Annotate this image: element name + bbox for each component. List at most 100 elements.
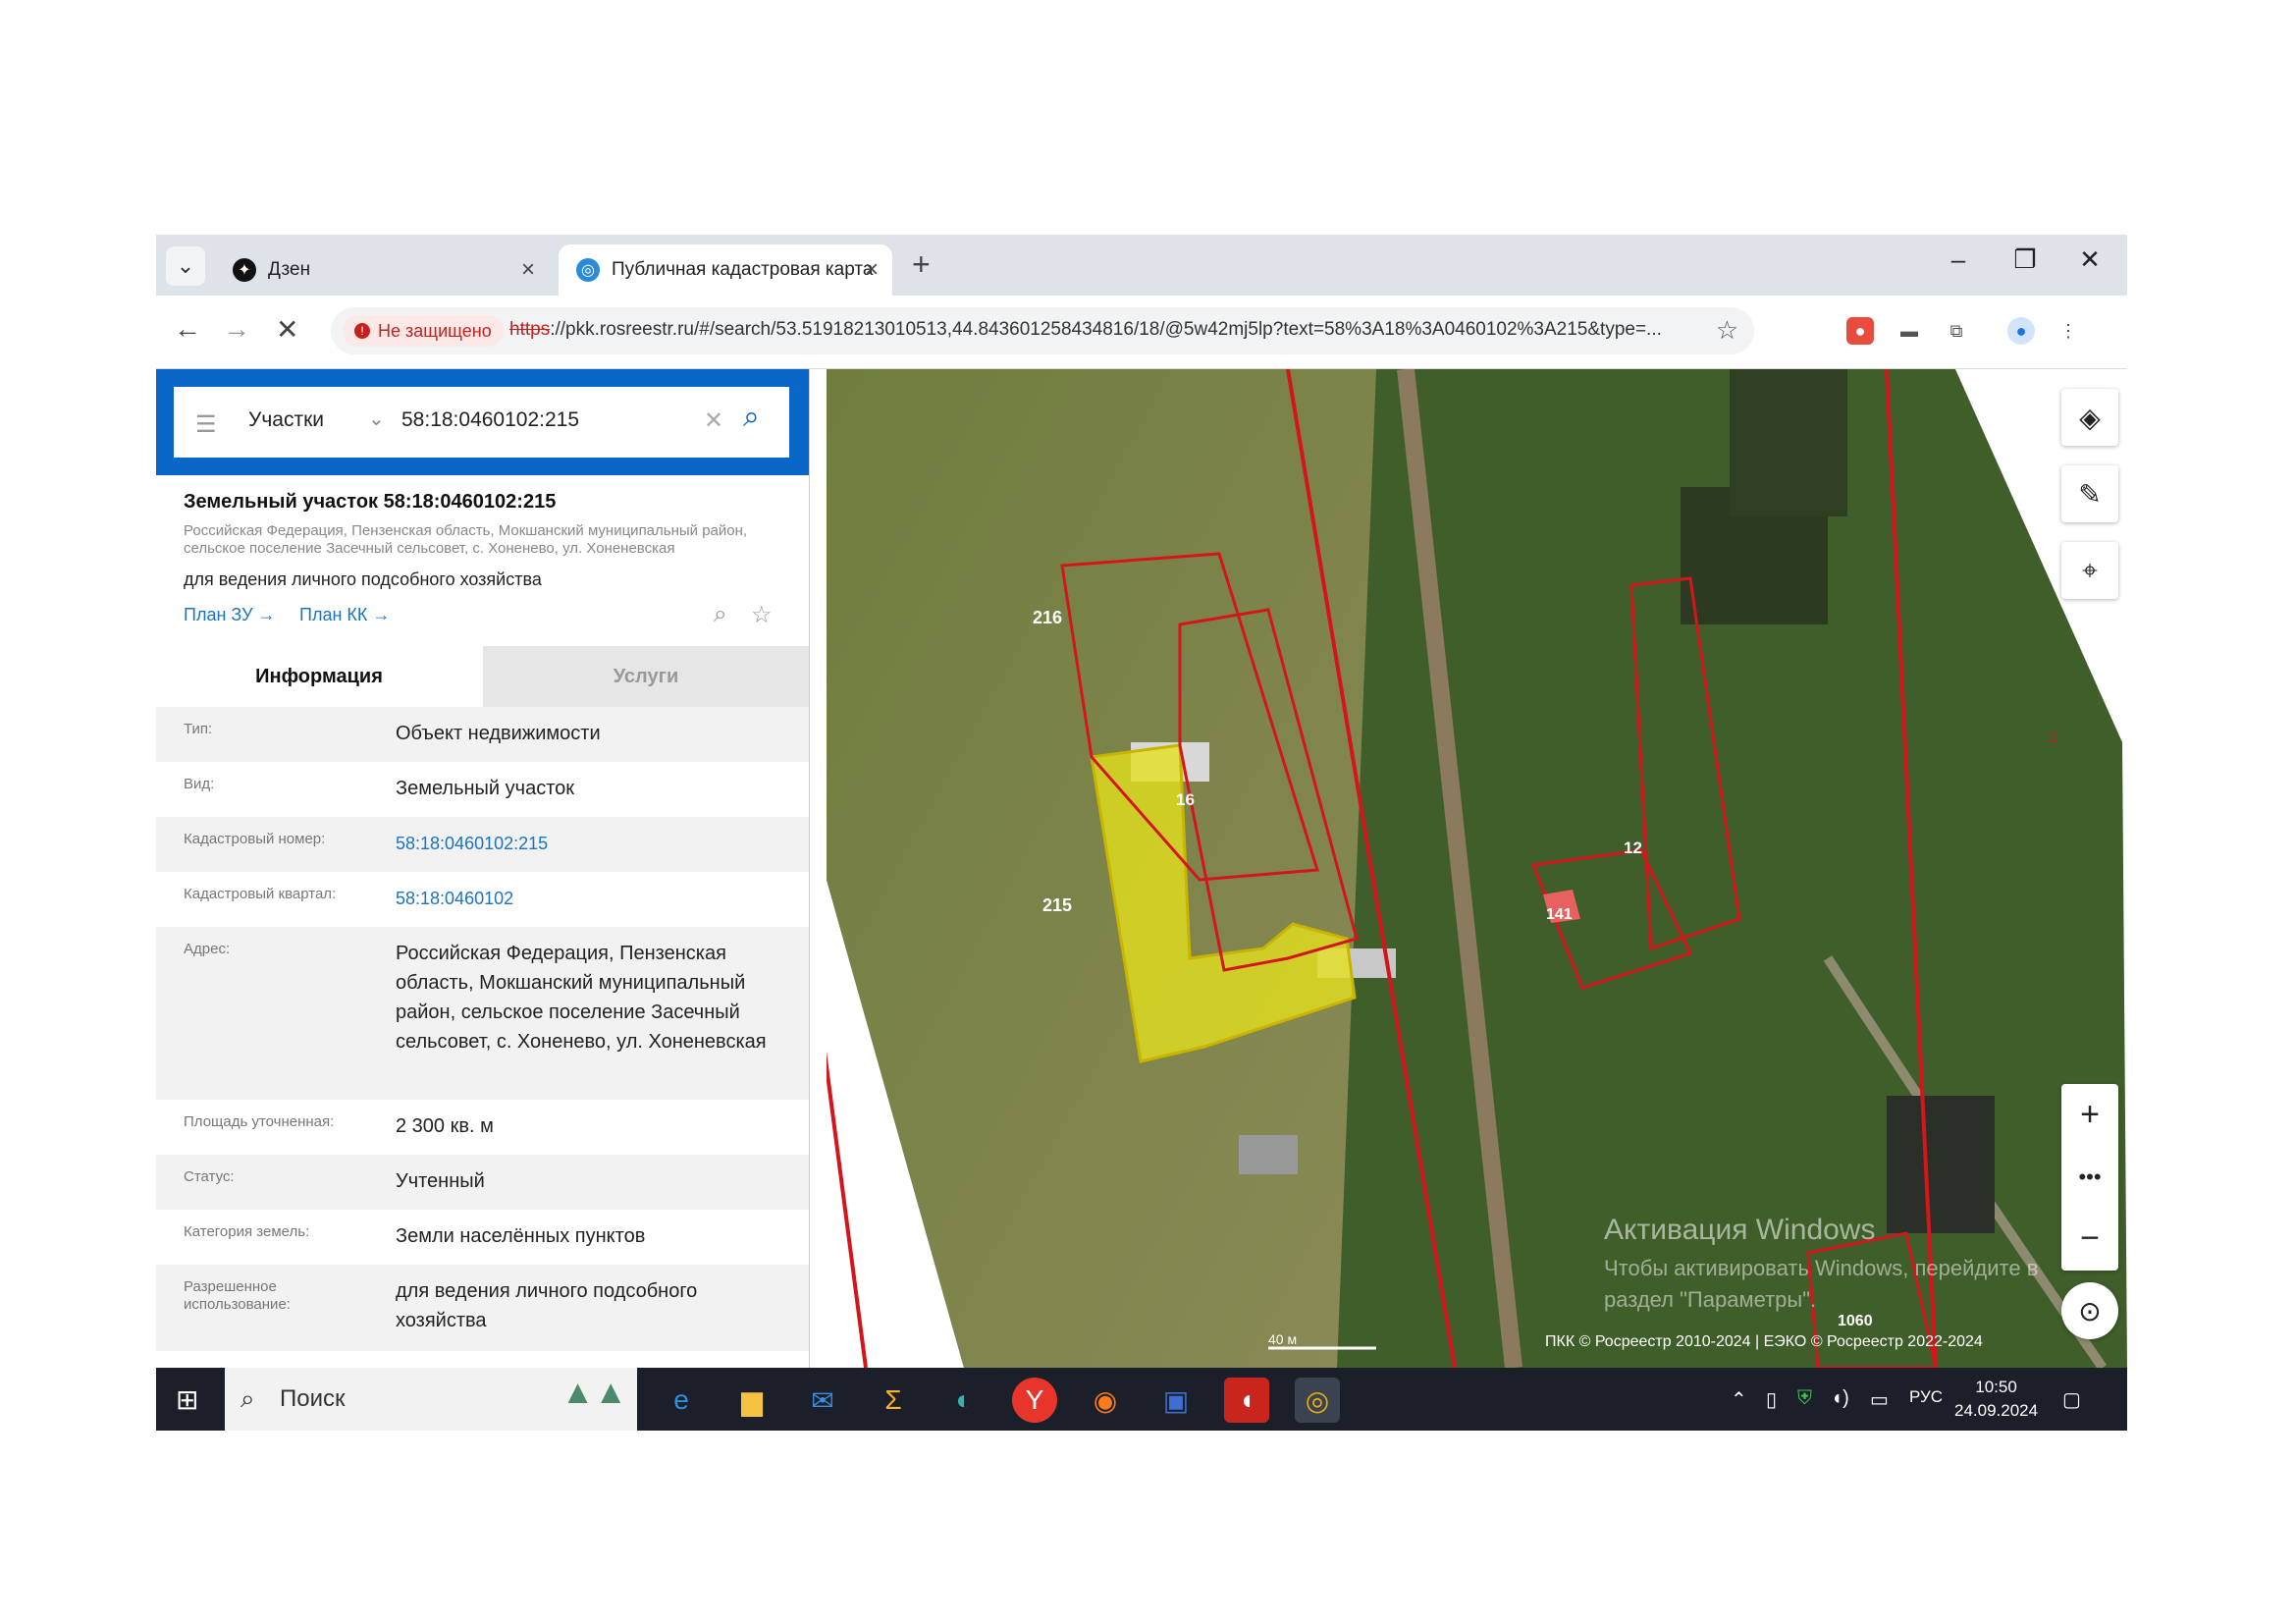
field-area [827, 369, 1376, 1368]
extension-red-icon[interactable]: ● [1846, 317, 1874, 345]
dzen-icon: ✦ [233, 258, 256, 282]
more-icon[interactable]: ••• [2061, 1146, 2118, 1208]
windows-start-icon[interactable]: ⊞ [176, 1383, 198, 1416]
row-value: Земельный участок [396, 778, 575, 799]
mail-icon[interactable]: ✉ [800, 1378, 845, 1423]
row-value: для ведения личного подсобного хозяйства [396, 1280, 698, 1331]
globe-icon: ◎ [576, 258, 600, 282]
chevron-down-icon[interactable]: ⌄ [368, 406, 385, 431]
windows-taskbar: ⊞ ⌕ Поиск ▲▲ e ▆ ✉ Σ ◐ Y ◉ ▣ ◖ ◎ ⌃ ▯ ⛨ ◖… [156, 1368, 2127, 1431]
tray-device-icon[interactable]: ▯ [1766, 1387, 1777, 1412]
tray-network-icon[interactable]: ▭ [1870, 1387, 1889, 1412]
search-input[interactable]: 58:18:0460102:215 [401, 408, 579, 432]
url-scheme: https [509, 319, 551, 340]
tab-dzen[interactable]: ✦ Дзен × [215, 244, 549, 296]
category-select[interactable]: Участки [248, 408, 324, 432]
map-view[interactable]: 216 215 16 12 141 1060 1 ◈ ✎ ⌖ + ••• − ⊙… [827, 369, 2127, 1368]
table-row: Статус: Учтенный [156, 1155, 809, 1210]
clear-icon[interactable]: ✕ [704, 406, 723, 435]
url-text[interactable]: https://pkk.rosreestr.ru/#/search/53.519… [509, 319, 1707, 341]
menu-kebab-icon[interactable]: ⋮ [2055, 317, 2082, 345]
compass-icon[interactable]: ⊙ [2061, 1282, 2118, 1339]
close-tab-icon[interactable]: × [865, 256, 879, 284]
satellite-map[interactable]: 216 215 16 12 141 1060 1 [827, 369, 2127, 1368]
tab-cadastral-map[interactable]: ◎ Публичная кадастровая карта × [559, 244, 892, 296]
windows-watermark-title: Активация Windows [1604, 1214, 1876, 1246]
parcel-use: для ведения личного подсобного хозяйства [184, 569, 542, 589]
back-icon[interactable]: ← [174, 313, 201, 345]
bookmark-star-icon[interactable]: ☆ [1716, 315, 1738, 346]
house-roof [1239, 1135, 1298, 1174]
clock[interactable]: 10:50 24.09.2024 [1954, 1376, 2038, 1423]
stop-loading-icon[interactable]: ✕ [276, 313, 298, 346]
browser-toolbar: ← → ✕ ! Не защищено https://pkk.rosreest… [156, 296, 2127, 369]
close-window-icon[interactable]: ✕ [2070, 244, 2109, 275]
table-row: Категория земель: Земли населённых пункт… [156, 1210, 809, 1265]
profile-avatar-icon[interactable]: ● [2007, 317, 2035, 345]
tab-information[interactable]: Информация [156, 646, 482, 707]
info-tabs: Информация Услуги [156, 646, 809, 707]
new-tab-icon[interactable]: + [912, 246, 931, 283]
cadastral-number-link[interactable]: 58:18:0460102:215 [396, 829, 788, 858]
zoom-out-icon[interactable]: − [2061, 1208, 2118, 1270]
layers-icon[interactable]: ◈ [2061, 389, 2118, 446]
tray-chevron-icon[interactable]: ⌃ [1731, 1387, 1747, 1412]
row-key: Статус: [184, 1168, 235, 1185]
ruler-icon[interactable]: ✎ [2061, 465, 2118, 522]
taskbar-search-label: Поиск [280, 1385, 346, 1412]
firefox-icon[interactable]: ◉ [1083, 1378, 1128, 1423]
cadastral-quarter-link[interactable]: 58:18:0460102 [396, 884, 788, 913]
sigma-app-icon[interactable]: Σ [871, 1378, 916, 1423]
internet-explorer-icon[interactable]: e [659, 1378, 704, 1423]
row-value: Учтенный [396, 1170, 485, 1192]
row-value: Российская Федерация, Пензенская область… [396, 943, 767, 1053]
edge-icon[interactable]: ◐ [941, 1378, 987, 1423]
tab-title: Публичная кадастровая карта [612, 259, 874, 280]
row-key: Площадь уточненная: [184, 1113, 335, 1130]
tab-services[interactable]: Услуги [483, 646, 809, 707]
notifications-icon[interactable]: ▢ [2062, 1387, 2081, 1412]
taskbar-search[interactable]: ⌕ Поиск ▲▲ [225, 1368, 637, 1431]
search-icon[interactable]: ⌕ [743, 401, 760, 434]
tab-title: Дзен [268, 259, 311, 280]
language-indicator[interactable]: РУС [1909, 1387, 1943, 1407]
favorite-star-icon[interactable]: ☆ [751, 601, 773, 629]
search-highlight-icon: ▲▲ [561, 1374, 627, 1411]
warning-icon: ! [354, 323, 370, 339]
row-key: Кадастровый номер: [184, 831, 326, 847]
tab-search-button[interactable]: ⌄ [166, 246, 205, 286]
plan-zu-link[interactable]: План ЗУ → [184, 605, 276, 625]
hamburger-icon[interactable]: ☰ [195, 410, 217, 439]
extension-shield-icon[interactable]: ▬ [1896, 317, 1923, 345]
map-label-1: 1 [2049, 730, 2057, 746]
zoom-in-icon[interactable]: + [2061, 1084, 2118, 1146]
map-label-216: 216 [1033, 608, 1062, 627]
file-explorer-icon[interactable]: ▆ [729, 1378, 774, 1423]
row-value: 2 300 кв. м [396, 1115, 494, 1137]
red-app-icon[interactable]: ◖ [1224, 1378, 1269, 1423]
save-disk-icon[interactable]: ▣ [1153, 1378, 1199, 1423]
restore-icon[interactable]: ❐ [2005, 244, 2045, 275]
chrome-icon[interactable]: ◎ [1295, 1378, 1340, 1423]
parcel-title: Земельный участок 58:18:0460102:215 [184, 491, 557, 513]
map-label-12: 12 [1624, 839, 1642, 857]
zoom-to-object-icon[interactable]: ⌕ [714, 601, 726, 628]
attribute-table: Тип: Объект недвижимости Вид: Земельный … [156, 707, 809, 1351]
locate-icon[interactable]: ⌖ [2061, 542, 2118, 599]
security-chip[interactable]: ! Не защищено [343, 315, 504, 347]
forward-icon[interactable]: → [223, 313, 250, 345]
row-key: Кадастровый квартал: [184, 886, 337, 902]
collapse-panel-icon[interactable]: ‹ [809, 406, 810, 437]
close-tab-icon[interactable]: × [521, 256, 535, 284]
info-panel: ☰ Участки ⌄ 58:18:0460102:215 ✕ ⌕ ‹ Земе… [156, 369, 810, 1368]
table-row: Кадастровый квартал: 58:18:0460102 [156, 872, 809, 927]
extensions-puzzle-icon[interactable]: ⧉ [1943, 317, 1970, 345]
address-bar[interactable]: ! Не защищено https://pkk.rosreestr.ru/#… [331, 307, 1754, 354]
tray-volume-icon[interactable]: ◖) [1831, 1387, 1849, 1410]
row-key: Вид: [184, 776, 215, 792]
tray-shield-icon[interactable]: ⛨ [1797, 1387, 1812, 1410]
row-key: Разрешенное использование: [184, 1278, 291, 1313]
minimize-icon[interactable]: – [1939, 244, 1978, 275]
yandex-browser-icon[interactable]: Y [1012, 1378, 1057, 1423]
plan-kk-link[interactable]: План КК → [299, 605, 390, 625]
